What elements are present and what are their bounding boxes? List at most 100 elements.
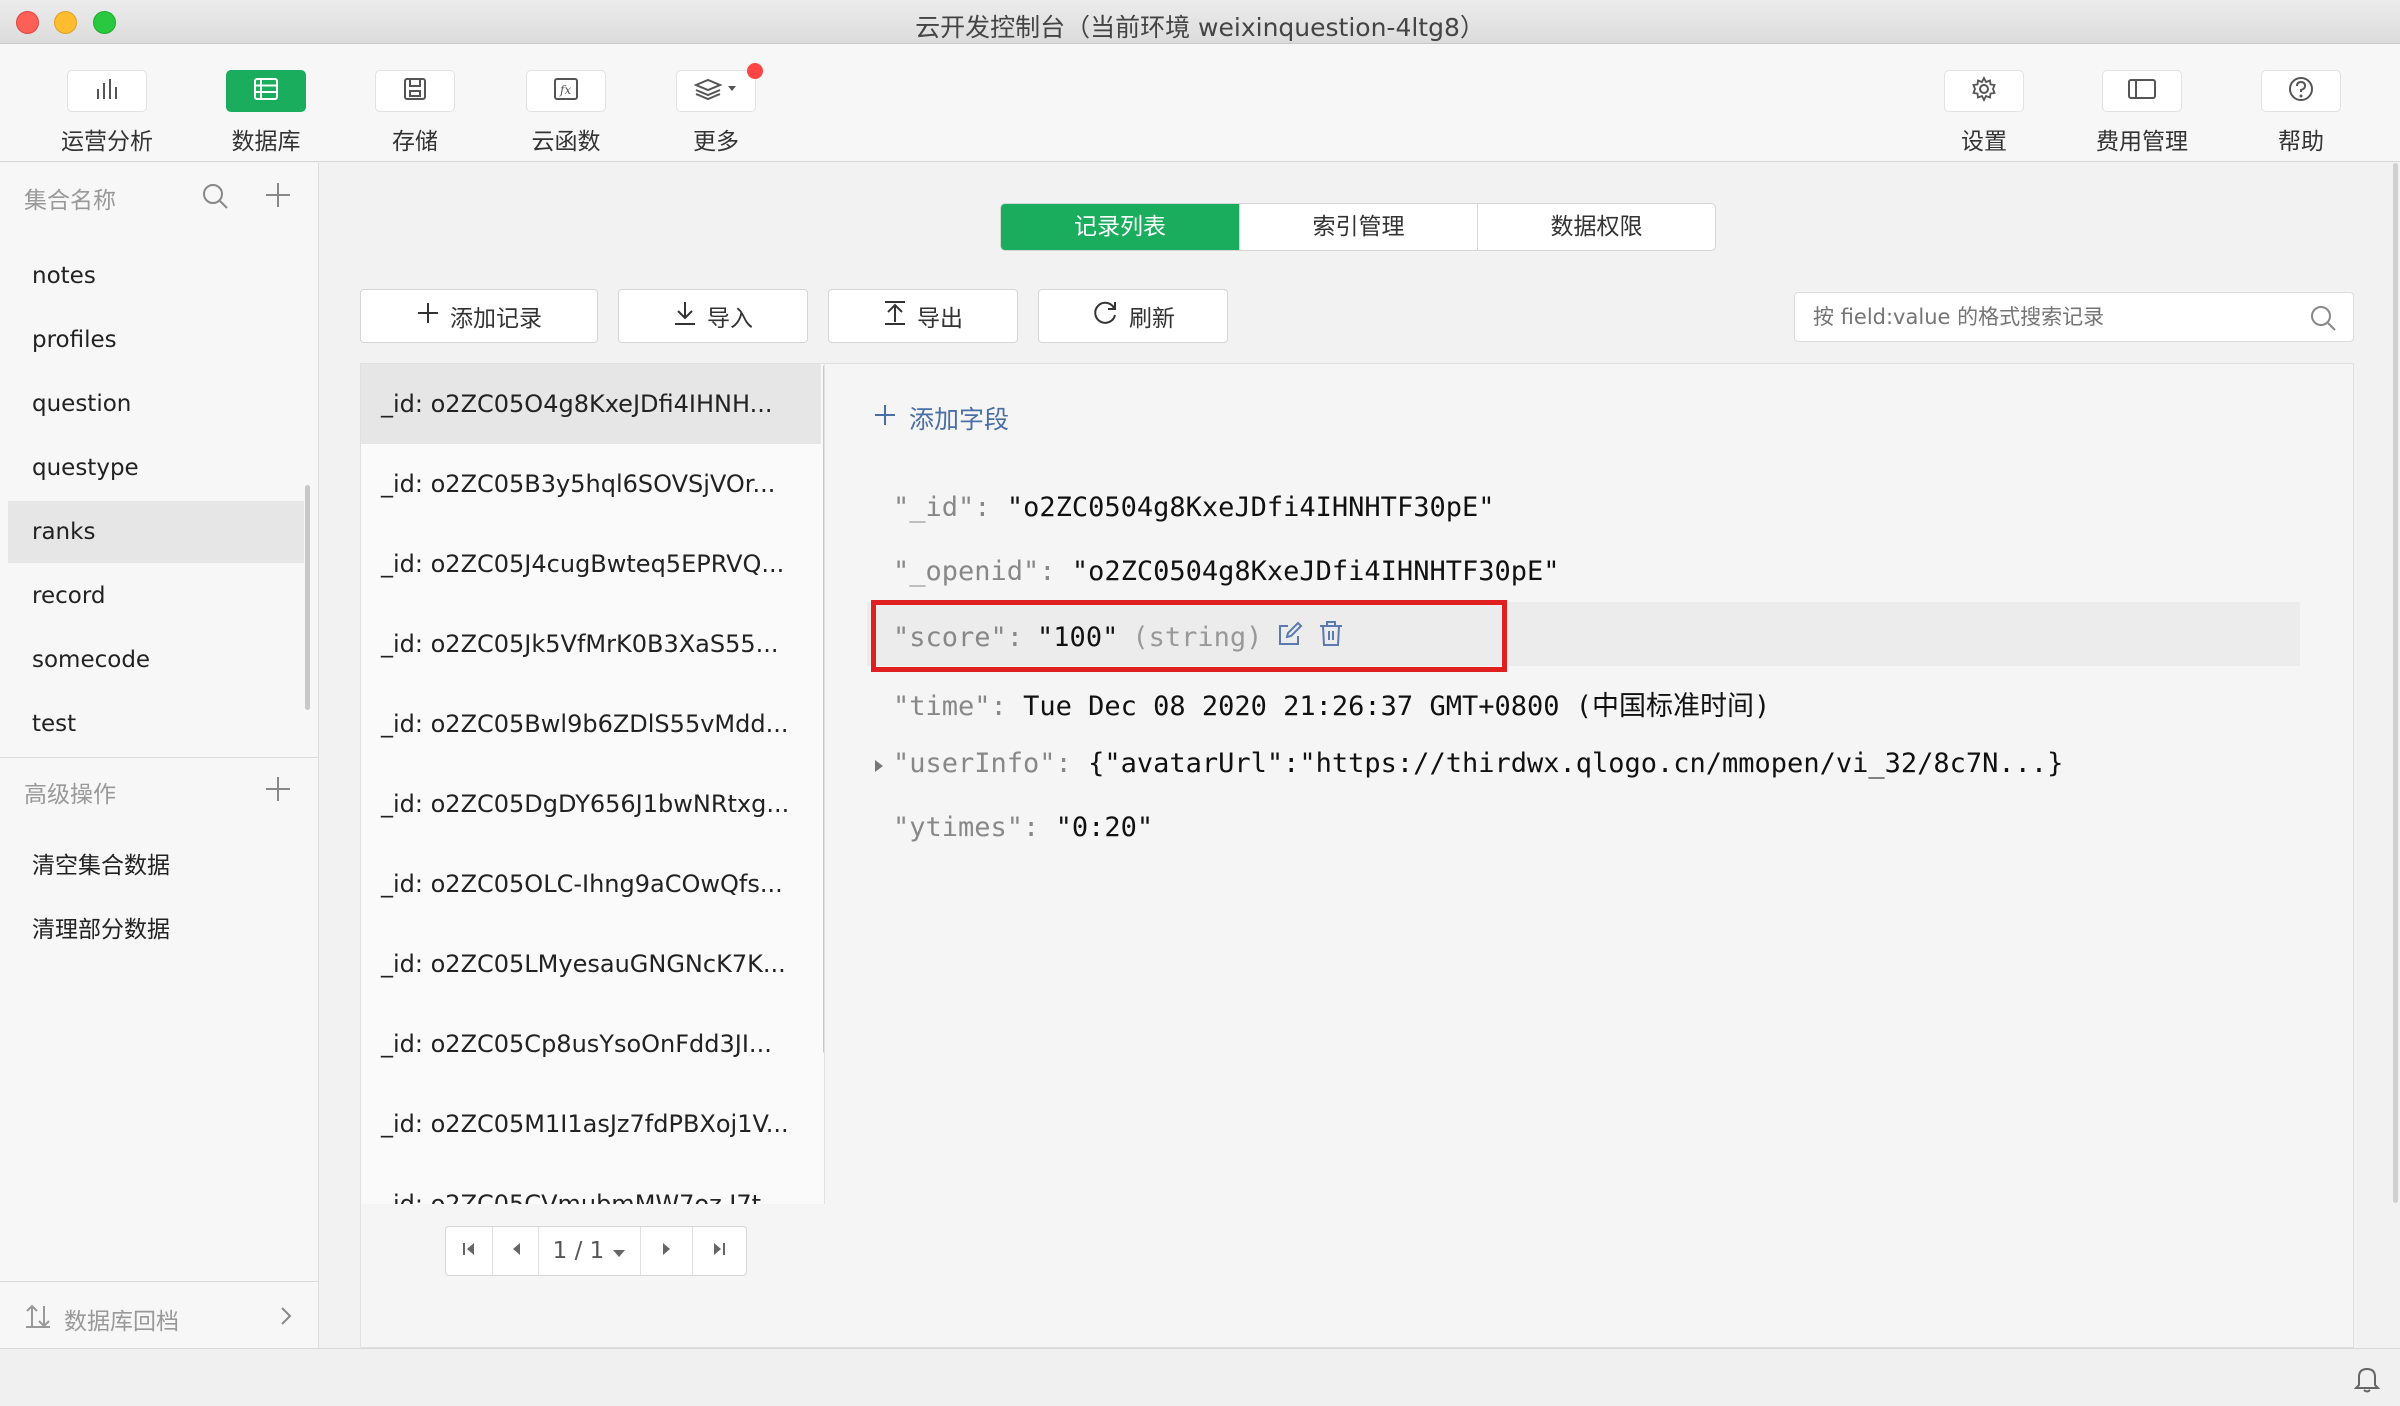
database-backup[interactable]: 数据库回档 (0, 1281, 319, 1348)
record-item[interactable]: _id: o2ZC05LMyesauGNGNcK7K... (361, 924, 821, 1004)
advanced-label: 高级操作 (24, 782, 116, 808)
tab-permissions[interactable]: 数据权限 (1477, 204, 1715, 250)
next-page-button[interactable] (640, 1227, 692, 1275)
advanced-header: 高级操作 (0, 763, 319, 823)
pagination: 1 / 1 (445, 1226, 747, 1276)
last-page-icon (711, 1240, 727, 1262)
refresh-button[interactable]: 刷新 (1038, 289, 1228, 343)
operation-clean-partial[interactable]: 清理部分数据 (32, 910, 170, 944)
divider (0, 757, 319, 758)
export-label: 导出 (917, 306, 963, 332)
tool-analytics[interactable]: 运营分析 (42, 70, 172, 156)
add-record-label: 添加记录 (450, 306, 542, 332)
prev-page-icon (509, 1240, 523, 1262)
collection-item[interactable]: profiles (8, 309, 304, 371)
sidebar-scrollbar[interactable] (305, 485, 310, 710)
layers-icon (693, 77, 738, 105)
field-row[interactable]: "time": Tue Dec 08 2020 21:26:37 GMT+080… (893, 684, 1770, 723)
record-item[interactable]: _id: o2ZC05OLC-Ihng9aCOwQfs... (361, 844, 821, 924)
gear-icon (1971, 75, 1997, 106)
field-value: "0:20" (1055, 812, 1154, 843)
record-item[interactable]: _id: o2ZC05M1I1asJz7fdPBXoj1V... (361, 1084, 821, 1164)
toolbar: 运营分析 数据库 存储 fx 云函数 更多 设置 费用管理 帮助 (0, 44, 2400, 162)
tool-label: 更多 (693, 129, 739, 155)
add-operation-icon[interactable] (264, 775, 292, 807)
bar-chart-icon (94, 77, 120, 105)
expand-arrow-icon[interactable] (871, 756, 887, 780)
storage-icon (402, 76, 428, 106)
add-record-button[interactable]: 添加记录 (360, 289, 598, 343)
tool-billing[interactable]: 费用管理 (2077, 70, 2207, 156)
collection-item[interactable]: question (8, 373, 304, 435)
record-item[interactable]: _id: o2ZC05DgDY656J1bwNRtxg... (361, 764, 821, 844)
chevron-right-icon (276, 1302, 296, 1334)
window-scrollbar[interactable] (2393, 163, 2398, 1203)
prev-page-button[interactable] (492, 1227, 538, 1275)
field-value: "o2ZC0504g8KxeJDfi4IHNHTF30pE" (1071, 556, 1560, 587)
download-icon (673, 300, 697, 332)
tool-label: 费用管理 (2096, 129, 2188, 155)
field-row[interactable]: "_id": "o2ZC0504g8KxeJDfi4IHNHTF30pE" (893, 492, 1494, 523)
backup-label: 数据库回档 (64, 1309, 179, 1335)
tool-functions[interactable]: fx 云函数 (501, 70, 631, 156)
operation-clear-collection[interactable]: 清空集合数据 (32, 846, 170, 880)
collection-item[interactable]: test (8, 693, 304, 755)
record-item[interactable]: _id: o2ZC05CVmubmMW7oz J7t (361, 1164, 821, 1204)
plus-icon (416, 301, 440, 331)
add-collection-icon[interactable] (264, 181, 292, 213)
record-list-scrollbar[interactable] (823, 364, 824, 1054)
record-item[interactable]: _id: o2ZC05Jk5VfMrK0B3XaS55... (361, 604, 821, 684)
tool-help[interactable]: 帮助 (2236, 70, 2366, 156)
window-title: 云开发控制台（当前环境 weixinquestion-4ltg8） (915, 13, 1485, 42)
first-page-button[interactable] (446, 1227, 492, 1275)
tab-indexes[interactable]: 索引管理 (1239, 204, 1477, 250)
status-bar (0, 1348, 2400, 1406)
tool-settings[interactable]: 设置 (1919, 70, 2049, 156)
collections-header: 集合名称 (0, 163, 319, 225)
field-value: {"avatarUrl":"https://thirdwx.qlogo.cn/m… (1088, 748, 2064, 779)
record-item[interactable]: _id: o2ZC05J4cugBwteq5EPRVQ... (361, 524, 821, 604)
add-field-label: 添加字段 (909, 405, 1010, 434)
next-page-icon (660, 1240, 674, 1262)
tool-label: 云函数 (531, 129, 601, 155)
collection-item[interactable]: notes (8, 245, 304, 307)
import-button[interactable]: 导入 (618, 289, 808, 343)
search-icon[interactable] (200, 181, 230, 215)
tool-label: 设置 (1961, 129, 2007, 155)
refresh-label: 刷新 (1129, 306, 1175, 332)
field-row[interactable]: "ytimes": "0:20" (893, 812, 1153, 843)
field-row[interactable]: "_openid": "o2ZC0504g8KxeJDfi4IHNHTF30pE… (893, 556, 1560, 587)
page-label: 1 / 1 (552, 1238, 605, 1264)
record-search-input[interactable] (1794, 292, 2354, 342)
last-page-button[interactable] (692, 1227, 744, 1275)
export-button[interactable]: 导出 (828, 289, 1018, 343)
function-icon: fx (552, 76, 580, 106)
main-area: 记录列表 索引管理 数据权限 添加记录 导入 导出 刷新 _id: o2ZC05… (320, 163, 2400, 1348)
upload-icon (883, 300, 907, 332)
database-icon (252, 76, 280, 106)
field-key: "ytimes": (893, 812, 1040, 843)
sort-arrows-icon (24, 1302, 52, 1334)
field-row[interactable]: "userInfo": {"avatarUrl":"https://thirdw… (893, 748, 2063, 779)
record-item[interactable]: _id: o2ZC05B3y5hql6SOVSjVOr... (361, 444, 821, 524)
bell-icon[interactable] (2353, 1365, 2381, 1397)
add-field-button[interactable]: 添加字段 (873, 400, 1009, 436)
collection-item-selected[interactable]: ranks (8, 501, 304, 563)
page-select[interactable]: 1 / 1 (538, 1227, 640, 1275)
record-item[interactable]: _id: o2ZC05Cp8usYsoOnFdd3JI... (361, 1004, 821, 1084)
tool-label: 帮助 (2278, 129, 2324, 155)
import-label: 导入 (707, 306, 753, 332)
collection-item[interactable]: somecode (8, 629, 304, 691)
search-icon[interactable] (2308, 303, 2338, 337)
view-tabs: 记录列表 索引管理 数据权限 (1000, 203, 1716, 251)
record-item[interactable]: _id: o2ZC05Bwl9b6ZDlS55vMdd... (361, 684, 821, 764)
notification-badge (747, 63, 763, 79)
collection-item[interactable]: record (8, 565, 304, 627)
tool-database[interactable]: 数据库 (201, 70, 331, 156)
tool-more[interactable]: 更多 (651, 63, 781, 156)
field-value: Tue Dec 08 2020 21:26:37 GMT+0800 (中国标准时… (1023, 691, 1771, 722)
tab-records[interactable]: 记录列表 (1001, 204, 1239, 250)
record-item-selected[interactable]: _id: o2ZC05O4g8KxeJDfi4IHNH... (361, 364, 821, 444)
tool-storage[interactable]: 存储 (350, 70, 480, 156)
collection-item[interactable]: questype (8, 437, 304, 499)
